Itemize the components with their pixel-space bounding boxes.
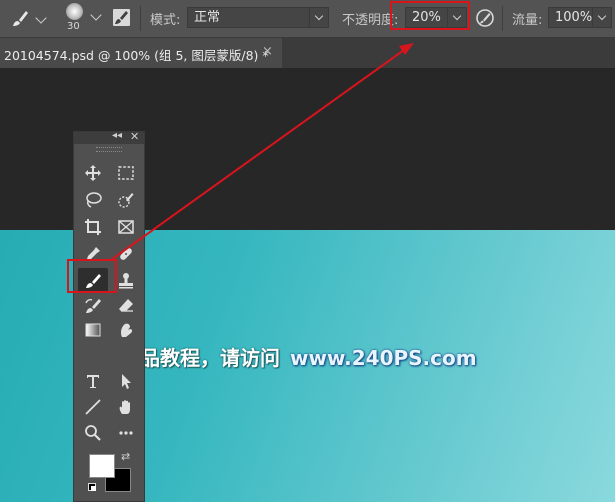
annotation-arrow — [110, 43, 414, 261]
